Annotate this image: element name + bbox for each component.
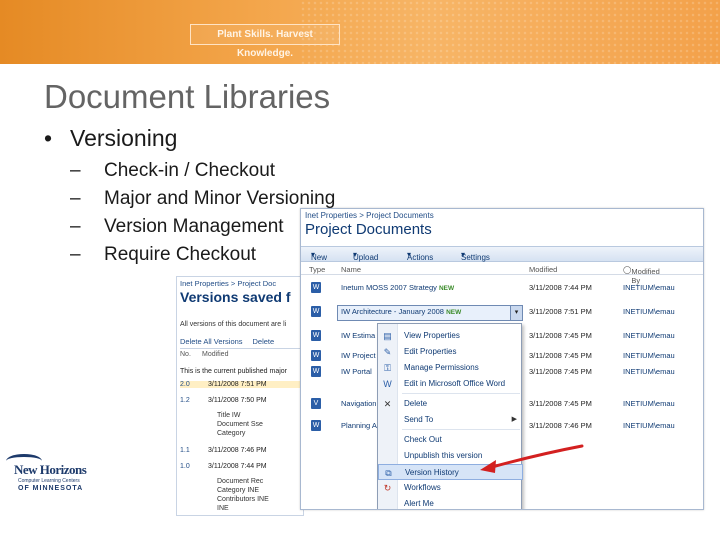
page-description: All versions of this document are li bbox=[180, 321, 287, 328]
new-menu-button[interactable]: New ▾ bbox=[311, 250, 327, 262]
type-column-header[interactable]: Type bbox=[309, 265, 325, 274]
sub-bullet-list: – Check-in / Checkout – Major and Minor Ve… bbox=[70, 160, 335, 272]
unpublish-icon bbox=[382, 451, 393, 461]
word-document-icon: W bbox=[311, 366, 321, 377]
menu-item-workflows[interactable]: ↻ Workflows bbox=[378, 480, 523, 496]
sub-bullet: – Check-in / Checkout bbox=[70, 160, 276, 181]
current-version-note: This is the current published major bbox=[180, 368, 303, 375]
slide-title: Document Libraries bbox=[44, 78, 331, 115]
menu-item-alert-me[interactable]: Alert Me bbox=[378, 496, 523, 509]
header-banner: Plant Skills. Harvest Knowledge. bbox=[0, 0, 720, 64]
main-bullet-label: Versioning bbox=[70, 125, 178, 151]
upload-menu-button[interactable]: Upload ▾ bbox=[353, 250, 378, 262]
menu-item-send-to[interactable]: Send To ▶ bbox=[378, 412, 523, 428]
word-icon: W bbox=[383, 379, 392, 389]
annotation-arrow-icon bbox=[480, 444, 584, 473]
edit-properties-icon: ✎ bbox=[383, 347, 392, 357]
page-title: Project Documents bbox=[305, 221, 432, 238]
workflows-icon: ↻ bbox=[383, 483, 392, 493]
page-title: Versions saved f bbox=[180, 289, 291, 305]
version-metadata: Title IW Document Sse Category bbox=[217, 412, 263, 437]
column-headers: Type Name Modified ◯ Modified By bbox=[301, 263, 703, 285]
version-row[interactable]: 2.0 3/11/2008 7:51 PM bbox=[180, 381, 303, 388]
version-row[interactable]: 1.1 3/11/2008 7:46 PM bbox=[180, 447, 303, 454]
menu-separator bbox=[402, 393, 520, 394]
versions-header: No. Modified bbox=[180, 351, 229, 358]
properties-icon: ▤ bbox=[383, 331, 392, 341]
version-history-icon: ⧉ bbox=[385, 468, 392, 478]
check-out-icon bbox=[382, 435, 393, 445]
menu-item-edit-in-word[interactable]: W Edit in Microsoft Office Word bbox=[378, 376, 523, 392]
menu-item-manage-permissions[interactable]: ⚿ Manage Permissions bbox=[378, 360, 523, 376]
breadcrumb[interactable]: Inet Properties > Project Documents bbox=[305, 211, 434, 220]
modified-column-header[interactable]: Modified bbox=[529, 265, 557, 274]
sub-bullet: – Major and Minor Versioning bbox=[70, 188, 336, 209]
menu-separator bbox=[402, 429, 520, 430]
name-column-header[interactable]: Name bbox=[341, 265, 361, 274]
menu-item-edit-properties[interactable]: ✎ Edit Properties bbox=[378, 344, 523, 360]
sub-bullet: – Version Management bbox=[70, 216, 284, 237]
banner-pattern bbox=[300, 0, 720, 64]
versions-toolbar: Delete All Versions Delete bbox=[180, 337, 303, 349]
send-to-icon bbox=[382, 415, 393, 425]
submenu-arrow-icon: ▶ bbox=[511, 416, 517, 423]
document-row[interactable]: W IW Architecture - January 2008 NEW 3/1… bbox=[301, 303, 703, 325]
breadcrumb[interactable]: Inet Properties > Project Doc bbox=[180, 279, 276, 288]
menu-item-delete[interactable]: ✕ Delete bbox=[378, 396, 523, 412]
delete-all-versions-button[interactable]: Delete All Versions bbox=[180, 337, 243, 346]
settings-menu-button[interactable]: Settings ▾ bbox=[461, 250, 490, 262]
delete-icon: ✕ bbox=[383, 399, 392, 409]
permissions-icon: ⚿ bbox=[384, 363, 391, 373]
modified-by-column-header[interactable]: ◯ Modified By bbox=[623, 265, 660, 285]
word-document-icon: W bbox=[311, 282, 321, 293]
version-history-screenshot: Inet Properties > Project Doc Versions s… bbox=[176, 276, 304, 516]
version-row[interactable]: 1.0 3/11/2008 7:44 PM bbox=[180, 463, 303, 470]
actions-menu-button[interactable]: Actions ▾ bbox=[407, 250, 433, 262]
visio-document-icon: V bbox=[311, 398, 321, 409]
word-document-icon: W bbox=[311, 306, 321, 317]
bullet-dot: • bbox=[44, 125, 53, 151]
version-metadata: Document Rec Category INE Contributors I… bbox=[217, 478, 269, 512]
item-context-menu: ▤ View Properties ✎ Edit Properties ⚿ Manag… bbox=[377, 323, 523, 509]
sub-bullet: – Require Checkout bbox=[70, 244, 257, 265]
document-row[interactable]: W Inetum MOSS 2007 Strategy NEW 3/11/200… bbox=[301, 279, 703, 301]
version-row[interactable]: 1.2 3/11/2008 7:50 PM bbox=[180, 397, 303, 404]
main-bullet: • Versioning bbox=[44, 125, 177, 152]
alert-icon bbox=[382, 499, 393, 509]
word-document-icon: W bbox=[311, 350, 321, 361]
library-toolbar: New ▾ Upload ▾ Actions ▾ Settings ▾ bbox=[301, 246, 703, 262]
banner-tagline: Plant Skills. Harvest Knowledge. bbox=[190, 24, 340, 59]
new-horizons-logo: New Horizons Computer Learning Centers O… bbox=[4, 452, 94, 502]
word-document-icon: W bbox=[311, 330, 321, 341]
delete-button[interactable]: Delete bbox=[253, 337, 275, 346]
menu-item-view-properties[interactable]: ▤ View Properties bbox=[378, 328, 523, 344]
word-document-icon: W bbox=[311, 420, 321, 431]
